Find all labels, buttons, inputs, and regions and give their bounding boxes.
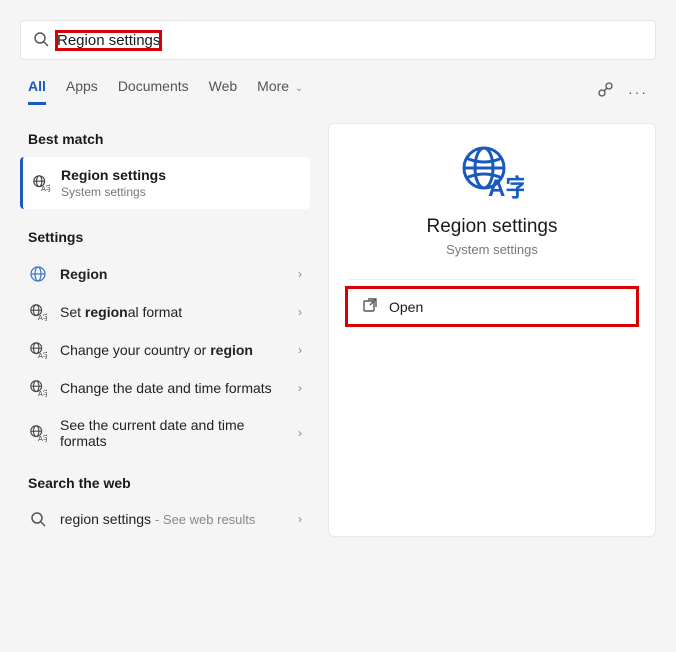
open-label: Open — [389, 299, 423, 315]
open-icon — [363, 298, 377, 315]
list-label: region settings - See web results — [60, 511, 255, 527]
svg-text:A字: A字 — [38, 389, 47, 397]
tab-documents[interactable]: Documents — [118, 78, 189, 105]
settings-item-regional-format[interactable]: A字 Set regional format › — [20, 293, 310, 331]
detail-subtitle: System settings — [329, 242, 655, 257]
chevron-right-icon: › — [298, 305, 302, 319]
region-icon: A字 — [28, 303, 48, 321]
chevron-right-icon: › — [298, 426, 302, 440]
region-icon: A字 — [28, 379, 48, 397]
open-button[interactable]: Open — [347, 288, 637, 325]
svg-text:A字: A字 — [38, 434, 47, 442]
list-label: See the current date and time formats — [60, 417, 250, 449]
svg-text:A字: A字 — [41, 184, 50, 192]
list-label: Change your country or region — [60, 342, 253, 358]
settings-item-country[interactable]: A字 Change your country or region › — [20, 331, 310, 369]
chevron-right-icon: › — [298, 381, 302, 395]
chevron-right-icon: › — [298, 512, 302, 526]
tabs-row: All Apps Documents Web More ⌄ ··· — [0, 60, 676, 105]
region-large-icon: A字 — [329, 144, 655, 200]
svg-text:A字: A字 — [488, 174, 524, 200]
list-label: Region — [60, 266, 107, 282]
svg-text:A字: A字 — [38, 313, 47, 321]
section-search-web: Search the web — [20, 467, 310, 501]
settings-item-date-formats[interactable]: A字 Change the date and time formats › — [20, 369, 310, 407]
settings-item-see-formats[interactable]: A字 See the current date and time formats… — [20, 407, 310, 459]
section-settings: Settings — [20, 221, 310, 255]
search-icon — [33, 31, 49, 50]
region-icon: A字 — [28, 424, 48, 442]
section-best-match: Best match — [20, 123, 310, 157]
tab-apps[interactable]: Apps — [66, 78, 98, 105]
search-icon — [28, 511, 48, 527]
globe-icon — [28, 265, 48, 283]
results-panel: Best match A字 Region settings System set… — [20, 123, 310, 537]
list-label: Set regional format — [60, 304, 182, 320]
chevron-right-icon: › — [298, 343, 302, 357]
region-icon: A字 — [28, 341, 48, 359]
search-input[interactable]: Region settings — [57, 32, 160, 49]
network-icon[interactable] — [596, 81, 614, 102]
search-bar[interactable]: Region settings — [20, 20, 656, 60]
tab-web[interactable]: Web — [209, 78, 238, 105]
detail-panel: A字 Region settings System settings Open — [328, 123, 656, 537]
best-match-title: Region settings — [61, 167, 166, 183]
tab-all[interactable]: All — [28, 78, 46, 105]
best-match-subtitle: System settings — [61, 185, 166, 199]
tabs: All Apps Documents Web More ⌄ — [28, 78, 303, 105]
chevron-right-icon: › — [298, 267, 302, 281]
list-label: Change the date and time formats — [60, 380, 272, 396]
best-match-item[interactable]: A字 Region settings System settings — [20, 157, 310, 209]
svg-text:A字: A字 — [38, 351, 47, 359]
region-icon: A字 — [31, 174, 51, 192]
more-icon[interactable]: ··· — [628, 84, 648, 100]
settings-item-region[interactable]: Region › — [20, 255, 310, 293]
tab-more[interactable]: More ⌄ — [257, 78, 303, 105]
web-result-item[interactable]: region settings - See web results › — [20, 501, 310, 537]
detail-title: Region settings — [329, 216, 655, 238]
